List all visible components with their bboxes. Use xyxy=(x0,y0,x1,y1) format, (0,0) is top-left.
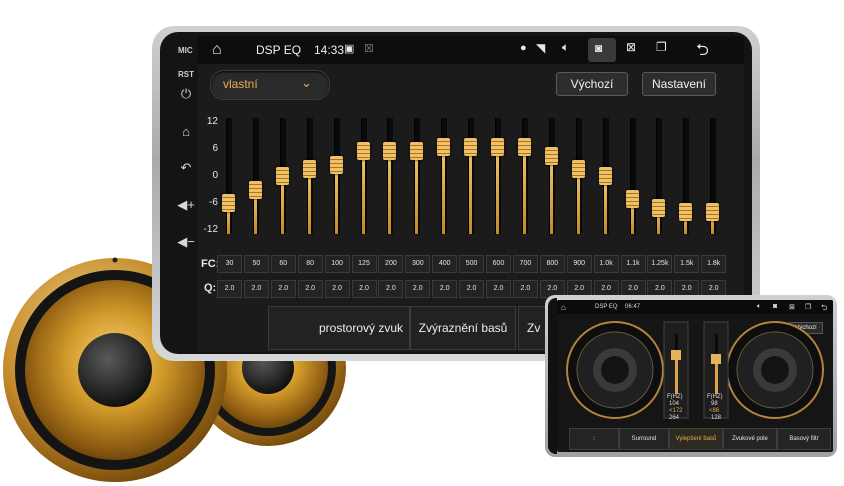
eq-slider-fill xyxy=(442,146,446,234)
back-side-icon[interactable]: ↶ xyxy=(176,160,196,176)
tablet-right-value-2[interactable]: <86 xyxy=(709,408,719,414)
q-value-cell[interactable]: 2.0 xyxy=(405,280,431,298)
eq-slider-knob[interactable] xyxy=(598,167,612,185)
eq-slider-knob[interactable] xyxy=(491,137,504,156)
frequency-cell[interactable]: 600 xyxy=(486,255,511,273)
power-icon[interactable]: ⏻ xyxy=(176,86,196,102)
eq-slider-knob[interactable] xyxy=(302,160,316,179)
tablet-clock: 06:47 xyxy=(625,304,641,310)
frequency-cell[interactable]: 50 xyxy=(243,255,269,273)
frequency-cell[interactable]: 900 xyxy=(566,255,592,273)
frequency-cell[interactable]: 1.5k xyxy=(674,255,700,273)
eq-slider-knob[interactable] xyxy=(410,142,424,161)
volume-down-icon[interactable]: ◀− xyxy=(176,234,196,250)
tablet-home-icon[interactable]: ⌂ xyxy=(561,303,566,312)
volume-up-icon[interactable]: ◀+ xyxy=(176,197,196,213)
tablet-tab-eq[interactable]: ⫶ xyxy=(569,428,619,450)
tablet-tab-bass-filter[interactable]: Basový filtr xyxy=(777,428,831,450)
tablet-title: DSP EQ xyxy=(595,304,618,310)
tablet-tab-bass-boost[interactable]: Vylepšení basů xyxy=(669,428,723,450)
eq-slider-knob[interactable] xyxy=(275,167,289,185)
eq-slider-knob[interactable] xyxy=(248,180,262,199)
tablet-screen: ⌂ DSP EQ 06:47 🔈︎ ◙ ⊠ ❐ ⮌ Výchozí F(HZ) … xyxy=(557,300,833,452)
frequency-cell[interactable]: 1.0k xyxy=(593,255,619,273)
frequency-cell[interactable]: 300 xyxy=(405,255,431,273)
eq-slider-knob[interactable] xyxy=(571,160,585,179)
eq-slider-knob[interactable] xyxy=(706,203,720,221)
tablet-bezel xyxy=(548,298,557,454)
eq-slider-knob[interactable] xyxy=(517,137,531,156)
q-value-cell[interactable]: 2.0 xyxy=(351,280,377,298)
eq-slider-fill xyxy=(576,169,580,234)
frequency-cell[interactable]: 80 xyxy=(297,255,323,273)
rst-label: RST xyxy=(178,70,194,79)
eq-slider-fill xyxy=(307,169,311,234)
q-value-cell[interactable]: 2.0 xyxy=(432,280,458,298)
eq-slider-fill xyxy=(415,151,419,234)
q-label: Q: xyxy=(204,282,217,294)
eq-slider-knob[interactable] xyxy=(625,189,639,208)
frequency-cell[interactable]: 125 xyxy=(351,255,377,273)
eq-slider-knob[interactable] xyxy=(679,203,693,221)
tablet-right-value-3: 128 xyxy=(711,415,722,421)
eq-slider-knob[interactable] xyxy=(464,137,478,156)
tablet-left-value-1: 104 xyxy=(669,401,680,407)
frequency-cell[interactable]: 1.25k xyxy=(647,255,673,273)
frequency-cell[interactable]: 30 xyxy=(217,255,242,273)
tablet-close-icon[interactable]: ⊠ xyxy=(789,303,795,311)
q-value-cell[interactable]: 2.0 xyxy=(486,280,511,298)
eq-slider-knob[interactable] xyxy=(222,194,235,212)
frequency-cell[interactable]: 1.1k xyxy=(620,255,646,273)
eq-slider-knob[interactable] xyxy=(652,198,666,217)
eq-slider-fill xyxy=(469,146,473,234)
q-value-cell[interactable]: 2.0 xyxy=(217,280,242,298)
tablet-speaker-graphics xyxy=(566,321,824,419)
eq-slider-fill xyxy=(549,155,553,234)
frequency-cell[interactable]: 500 xyxy=(459,255,485,273)
tablet-right-freq-label: F(HZ) xyxy=(707,394,723,400)
frequency-cell[interactable]: 60 xyxy=(270,255,296,273)
eq-slider-fill xyxy=(388,151,392,234)
frequency-cell[interactable]: 1.8k xyxy=(701,255,727,273)
home-side-icon[interactable]: ⌂ xyxy=(176,124,196,139)
eq-slider-knob[interactable] xyxy=(329,155,343,174)
frequency-cell[interactable]: 100 xyxy=(324,255,350,273)
eq-slider-knob[interactable] xyxy=(437,137,451,156)
eq-slider-fill xyxy=(334,164,338,234)
q-value-cell[interactable]: 2.0 xyxy=(459,280,485,298)
q-value-cell[interactable]: 2.0 xyxy=(270,280,296,298)
tablet-tab-surround[interactable]: Surround xyxy=(619,428,669,450)
q-value-cell[interactable]: 2.0 xyxy=(297,280,323,298)
tab-bass-boost[interactable]: Zvýraznění basů xyxy=(410,306,516,350)
q-value-cell[interactable]: 2.0 xyxy=(512,280,538,298)
eq-slider-fill xyxy=(496,146,499,234)
eq-slider-knob[interactable] xyxy=(544,146,558,165)
frequency-cell[interactable]: 700 xyxy=(512,255,538,273)
q-value-cell[interactable]: 2.0 xyxy=(378,280,404,298)
eq-slider-fill xyxy=(522,146,526,234)
tablet-left-value-2[interactable]: <172 xyxy=(669,408,683,414)
frequency-cell[interactable]: 200 xyxy=(378,255,404,273)
eq-slider-knob[interactable] xyxy=(356,142,370,161)
frequency-cell[interactable]: 800 xyxy=(539,255,565,273)
tablet-right-value-1: 98 xyxy=(711,401,718,407)
mic-label: MIC xyxy=(178,46,193,55)
tab-surround[interactable]: prostorový zvuk xyxy=(268,306,410,350)
eq-sliders xyxy=(198,36,744,266)
tablet-volume-icon[interactable]: 🔈︎ xyxy=(757,303,761,311)
q-value-cell[interactable]: 2.0 xyxy=(324,280,350,298)
eq-bars-icon: ⫶ xyxy=(593,436,595,442)
tablet-tab-sound-field[interactable]: Zvukové pole xyxy=(723,428,777,450)
q-value-cell[interactable]: 2.0 xyxy=(243,280,269,298)
tablet-left-value-3: 264 xyxy=(669,415,680,421)
tablet-window-icon[interactable]: ❐ xyxy=(805,303,811,311)
eq-slider-knob[interactable] xyxy=(383,142,397,161)
tablet-screenshot-icon[interactable]: ◙ xyxy=(773,303,777,310)
tablet-left-freq-label: F(HZ) xyxy=(667,394,683,400)
frequency-cell[interactable]: 400 xyxy=(432,255,458,273)
eq-slider-fill xyxy=(361,151,365,234)
